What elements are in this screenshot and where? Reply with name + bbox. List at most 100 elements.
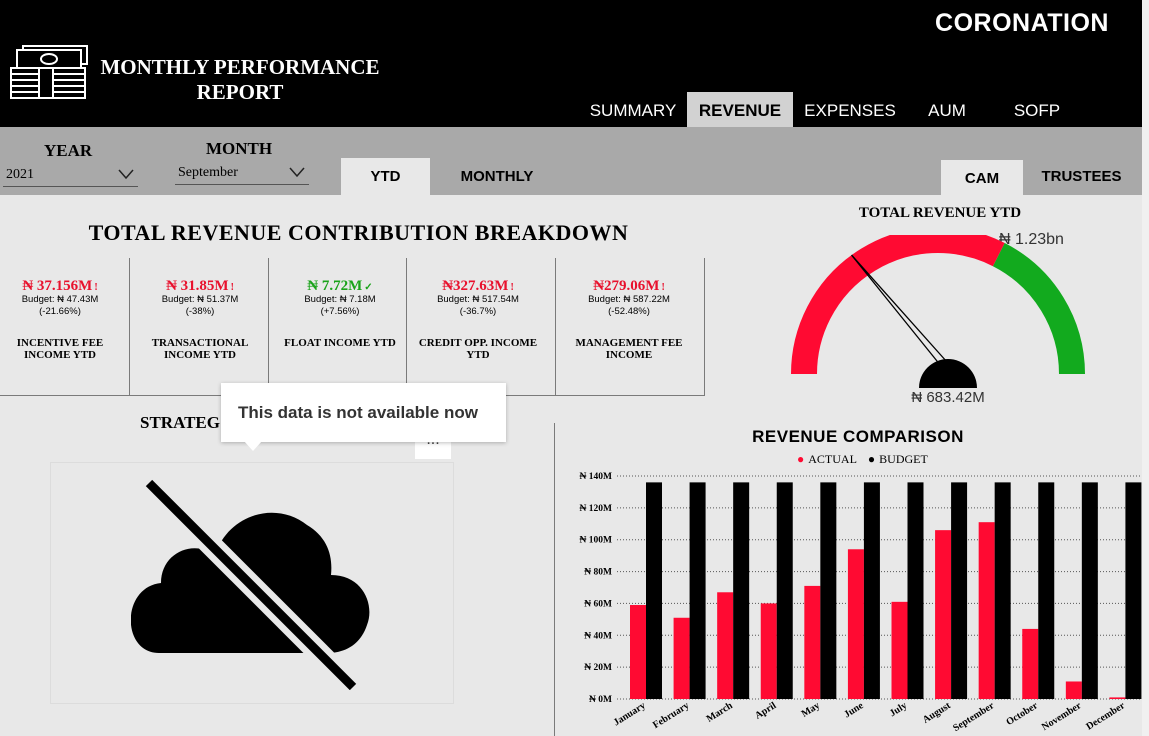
ytd-button[interactable]: YTD xyxy=(341,158,430,195)
header-bar: MONTHLY PERFORMANCE REPORT CORONATION SU… xyxy=(0,0,1149,127)
bar-budget-october xyxy=(1038,482,1055,699)
bar-budget-july xyxy=(907,482,924,699)
kpi-value: ₦ 31.85M! xyxy=(166,278,234,294)
column-divider xyxy=(554,423,555,736)
kpi-budget: Budget: ₦ 517.54M xyxy=(437,294,519,305)
kpi-card-transactional: ₦ 31.85M! Budget: ₦ 51.37M (-38%) TRANSA… xyxy=(138,258,262,396)
gauge-needle xyxy=(851,254,948,363)
x-tick-label: August xyxy=(921,700,953,726)
kpi-label: FLOAT INCOME YTD xyxy=(284,337,396,349)
kpi-card-float: ₦ 7.72M ✓ Budget: ₦ 7.18M (+7.56%) FLOAT … xyxy=(280,258,400,396)
kpi-card-management-fee: ₦279.06M! Budget: ₦ 587.22M (-52.48%) MA… xyxy=(562,258,696,396)
card-divider xyxy=(129,258,130,396)
year-value: 2021 xyxy=(6,167,34,182)
chevron-down-icon xyxy=(118,169,134,180)
card-divider xyxy=(555,258,556,396)
bar-actual-march xyxy=(717,592,734,699)
gauge-hub xyxy=(919,359,977,388)
y-tick-label: ₦ 100M xyxy=(580,536,612,546)
kpi-card-incentive: ₦ 37.156M! Budget: ₦ 47.43M (-21.66%) IN… xyxy=(0,258,120,396)
y-tick-label: ₦ 140M xyxy=(580,472,612,482)
kpi-variance: (-36.7%) xyxy=(459,306,497,317)
money-stack-icon xyxy=(10,45,88,99)
card-divider xyxy=(406,258,407,396)
chevron-down-icon xyxy=(289,167,305,178)
kpi-budget: Budget: ₦ 47.43M xyxy=(21,294,99,305)
year-label: YEAR xyxy=(44,141,93,160)
revenue-comparison-chart: ₦ 0M ₦ 20M ₦ 40M ₦ 60M ₦ 80M ₦ 100M ₦ 120M ₦ 14… xyxy=(580,472,1142,734)
kpi-value: ₦279.06M! xyxy=(593,278,665,294)
tab-aum[interactable]: AUM xyxy=(918,92,976,127)
brand-logo: CORONATION xyxy=(935,9,1109,37)
page-scrollbar[interactable] xyxy=(1142,0,1149,736)
strategic-visual-placeholder xyxy=(50,462,454,704)
bar-budget-september xyxy=(994,482,1011,699)
cloud-off-icon xyxy=(131,475,370,690)
x-tick-label: May xyxy=(800,700,822,720)
gauge-needle xyxy=(851,254,942,367)
tab-expenses[interactable]: EXPENSES xyxy=(803,92,897,127)
gauge-value-label: ₦ 683.42M xyxy=(911,389,985,406)
kpi-card-credit-opp: ₦327.63M! Budget: ₦ 517.54M (-36.7%) CRE… xyxy=(412,258,544,396)
bar-actual-november xyxy=(1065,681,1082,699)
bar-actual-october xyxy=(1022,628,1039,699)
bar-budget-august xyxy=(951,482,968,699)
kpi-value: ₦ 37.156M! xyxy=(22,278,98,294)
x-tick-label: July xyxy=(888,700,909,719)
x-tick-label: November xyxy=(1040,700,1084,733)
y-tick-label: ₦ 20M xyxy=(584,663,612,673)
x-tick-label: March xyxy=(705,700,736,725)
bar-budget-december xyxy=(1125,482,1142,699)
x-tick-label: February xyxy=(651,700,691,731)
x-tick-label: January xyxy=(612,700,648,728)
kpi-variance: (-38%) xyxy=(185,306,215,317)
y-tick-label: ₦ 60M xyxy=(584,599,612,609)
tab-sofp[interactable]: SOFP xyxy=(1008,92,1066,127)
bar-budget-april xyxy=(776,482,793,699)
bar-actual-may xyxy=(804,585,821,699)
report-title-line2: REPORT xyxy=(196,80,284,104)
report-title-line1: MONTHLY PERFORMANCE xyxy=(100,55,380,79)
y-tick-label: ₦ 80M xyxy=(584,568,612,578)
revenue-gauge xyxy=(791,235,1085,388)
bar-actual-july xyxy=(891,601,908,699)
x-tick-label: October xyxy=(1004,700,1040,728)
year-dropdown[interactable]: 2021 xyxy=(3,163,138,187)
bar-budget-february xyxy=(689,482,706,699)
month-label: MONTH xyxy=(206,139,273,158)
kpi-budget: Budget: ₦ 587.22M xyxy=(588,294,670,305)
report-title: MONTHLY PERFORMANCE REPORT xyxy=(92,55,388,105)
cam-button[interactable]: CAM xyxy=(941,160,1023,197)
kpi-value: ₦327.63M! xyxy=(442,278,514,294)
x-tick-label: April xyxy=(753,700,778,722)
x-tick-label: September xyxy=(951,700,996,734)
strategic-title: STRATEG xyxy=(140,413,220,432)
kpi-budget: Budget: ₦ 7.18M xyxy=(304,294,376,305)
kpi-variance: (+7.56%) xyxy=(320,306,360,317)
bar-budget-may xyxy=(820,482,837,699)
y-tick-label: ₦ 0M xyxy=(589,695,612,705)
bar-actual-february xyxy=(673,617,690,699)
card-divider xyxy=(268,258,269,396)
gauge-green-arc xyxy=(992,243,1085,375)
monthly-button[interactable]: MONTHLY xyxy=(442,158,552,195)
tooltip-arrow xyxy=(244,441,262,451)
bar-budget-march xyxy=(733,482,750,699)
x-tick-label: June xyxy=(842,700,866,721)
kpi-value: ₦ 7.72M ✓ xyxy=(307,278,373,294)
y-tick-label: ₦ 40M xyxy=(584,631,612,641)
bar-actual-august xyxy=(935,530,952,699)
chart-title: REVENUE COMPARISON xyxy=(752,427,964,446)
trustees-button[interactable]: TRUSTEES xyxy=(1030,158,1133,195)
bar-actual-june xyxy=(847,549,864,699)
filter-band: YEAR 2021 MONTH September YTD MONTHLY CA… xyxy=(0,127,1149,197)
kpi-label: TRANSACTIONAL INCOME YTD xyxy=(151,337,249,361)
kpi-variance: (-21.66%) xyxy=(39,306,81,317)
bar-budget-june xyxy=(863,482,880,699)
y-tick-label: ₦ 120M xyxy=(580,504,612,514)
month-dropdown[interactable]: September xyxy=(175,161,309,185)
tab-summary[interactable]: SUMMARY xyxy=(585,92,681,127)
tab-revenue[interactable]: REVENUE xyxy=(687,92,793,127)
gauge-red-arc xyxy=(791,235,1005,375)
bar-actual-september xyxy=(978,522,995,699)
